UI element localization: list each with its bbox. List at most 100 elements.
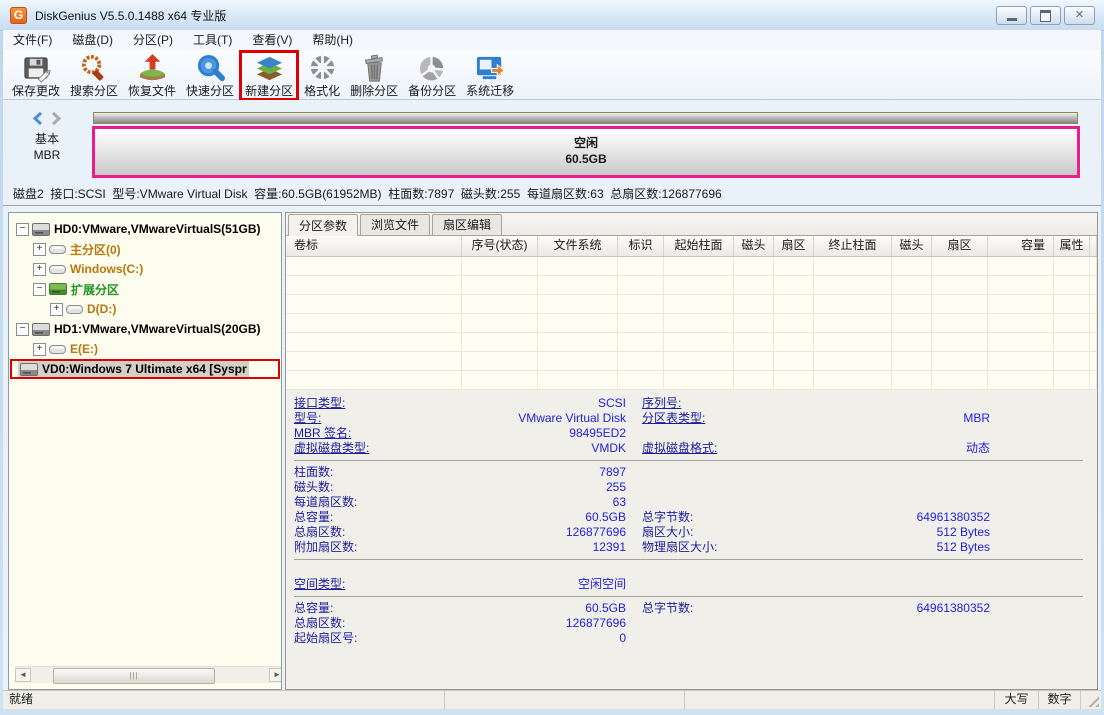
close-button[interactable]: ✕ [1064, 6, 1095, 25]
delete-partition-button[interactable]: 删除分区 [345, 51, 403, 99]
menu-partition[interactable]: 分区(P) [123, 30, 183, 50]
table-cell [892, 257, 932, 275]
detail-label: 型号: [294, 411, 321, 426]
new-partition-button[interactable]: 新建分区 [239, 50, 299, 101]
column-header[interactable]: 文件系统 [538, 236, 618, 256]
collapse-icon[interactable]: − [16, 223, 29, 236]
table-cell [1090, 371, 1097, 389]
table-cell [774, 257, 814, 275]
recover-files-button[interactable]: 恢复文件 [123, 51, 181, 99]
table-cell [814, 333, 892, 351]
column-header[interactable]: 扇区 [932, 236, 988, 256]
next-disk-button[interactable] [49, 111, 63, 126]
parameter-pair [642, 577, 990, 592]
detail-value: 512 Bytes [717, 540, 990, 555]
table-cell [774, 295, 814, 313]
save-changes-button[interactable]: 保存更改 [7, 51, 65, 99]
expand-icon[interactable]: + [33, 343, 46, 356]
tab-browse-files[interactable]: 浏览文件 [360, 214, 430, 235]
table-cell [932, 371, 988, 389]
detail-value: 98495ED2 [351, 426, 626, 441]
maximize-icon [1040, 10, 1051, 22]
collapsed-disk-bar[interactable] [93, 112, 1078, 124]
column-header[interactable]: 终止柱面 [814, 236, 892, 256]
parameter-pair: 总字节数:64961380352 [642, 510, 990, 525]
detail-label: MBR 签名: [294, 426, 351, 441]
detail-label: 附加扇区数: [294, 540, 357, 555]
tree-item-hd0[interactable]: −HD0:VMware,VMwareVirtualS(51GB) [10, 219, 280, 239]
section-divider [294, 559, 1083, 560]
format-icon [307, 53, 338, 84]
tree-item-windows-c[interactable]: +Windows(C:) [10, 259, 280, 279]
table-cell [664, 257, 734, 275]
backup-partition-button[interactable]: 备份分区 [403, 51, 461, 99]
tab-partition-params[interactable]: 分区参数 [288, 214, 358, 236]
detail-value: 63 [357, 495, 626, 510]
parameter-pair: 每道扇区数:63 [294, 495, 626, 510]
menu-disk[interactable]: 磁盘(D) [62, 30, 123, 50]
tree-item-d-drive[interactable]: +D(D:) [10, 299, 280, 319]
table-cell [892, 276, 932, 294]
prev-disk-button[interactable] [31, 111, 45, 126]
partition-table-body[interactable] [286, 257, 1097, 390]
expand-icon[interactable]: + [33, 243, 46, 256]
column-header[interactable]: 起始柱面 [664, 236, 734, 256]
table-cell [988, 352, 1054, 370]
collapse-icon[interactable]: − [16, 323, 29, 336]
table-cell [1090, 352, 1097, 370]
tab-sector-edit[interactable]: 扇区编辑 [432, 214, 502, 235]
tree-item-primary-partition[interactable]: +主分区(0) [10, 239, 280, 259]
collapse-icon[interactable]: − [33, 283, 46, 296]
menu-view[interactable]: 查看(V) [242, 30, 302, 50]
table-row [286, 314, 1097, 333]
menu-file[interactable]: 文件(F) [3, 30, 62, 50]
scrollbar-thumb[interactable]: ||| [53, 668, 215, 684]
table-cell [618, 352, 664, 370]
column-header[interactable]: 扇区 [774, 236, 814, 256]
column-header[interactable]: 卷标 [286, 236, 462, 256]
free-space-segment[interactable]: 空闲 60.5GB [92, 126, 1080, 178]
column-gap [626, 495, 642, 510]
expand-icon[interactable]: + [50, 303, 63, 316]
tree-item-hd1[interactable]: −HD1:VMware,VMwareVirtualS(20GB) [10, 319, 280, 339]
search-partition-button[interactable]: 搜索分区 [65, 51, 123, 99]
quick-partition-button[interactable]: 快速分区 [181, 51, 239, 99]
horizontal-scrollbar[interactable]: ◄ ||| ► [15, 666, 282, 683]
table-cell [932, 276, 988, 294]
toolbar-button-label: 搜索分区 [70, 84, 118, 98]
table-cell [1054, 276, 1090, 294]
tree-item-extended-partition[interactable]: −扩展分区 [10, 279, 280, 299]
tree-item-e-drive[interactable]: +E(E:) [10, 339, 280, 359]
detail-value: 空闲空间 [345, 577, 626, 592]
detail-value: 60.5GB [333, 510, 626, 525]
scrollbar-track[interactable]: ||| [31, 667, 269, 683]
table-cell [734, 352, 774, 370]
menu-help[interactable]: 帮助(H) [302, 30, 363, 50]
scroll-right-button[interactable]: ► [269, 668, 282, 682]
main-area: −HD0:VMware,VMwareVirtualS(51GB)+主分区(0)+… [3, 207, 1101, 690]
detail-value: 12391 [357, 540, 626, 555]
column-header[interactable]: 容量 [988, 236, 1054, 256]
system-migration-button[interactable]: 系统迁移 [461, 51, 519, 99]
detail-value: 64961380352 [693, 510, 990, 525]
tree-item-vd0[interactable]: VD0:Windows 7 Ultimate x64 [Syspr [10, 359, 280, 379]
parameter-row: 总容量:60.5GB总字节数:64961380352 [286, 510, 1097, 525]
column-header[interactable]: 磁头 [734, 236, 774, 256]
column-header[interactable]: 属性 [1054, 236, 1090, 256]
detail-label: 虚拟磁盘格式: [642, 441, 717, 456]
column-header[interactable]: 标识 [618, 236, 664, 256]
minimize-button[interactable] [996, 6, 1027, 25]
parameter-row: 总扇区数:126877696扇区大小:512 Bytes [286, 525, 1097, 540]
maximize-button[interactable] [1030, 6, 1061, 25]
disk-info-line: 磁盘2 接口:SCSI 型号:VMware Virtual Disk 容量:60… [3, 182, 1101, 206]
column-header[interactable]: 序号(状态) [462, 236, 538, 256]
column-header[interactable]: 磁头 [892, 236, 932, 256]
resize-grip[interactable] [1081, 691, 1101, 709]
scroll-left-button[interactable]: ◄ [15, 668, 31, 682]
expand-icon[interactable]: + [33, 263, 46, 276]
recover-files-icon [137, 53, 168, 84]
format-button[interactable]: 格式化 [299, 51, 345, 99]
parameter-pair [642, 616, 990, 631]
parameter-pair: 附加扇区数:12391 [294, 540, 626, 555]
menu-tools[interactable]: 工具(T) [183, 30, 242, 50]
